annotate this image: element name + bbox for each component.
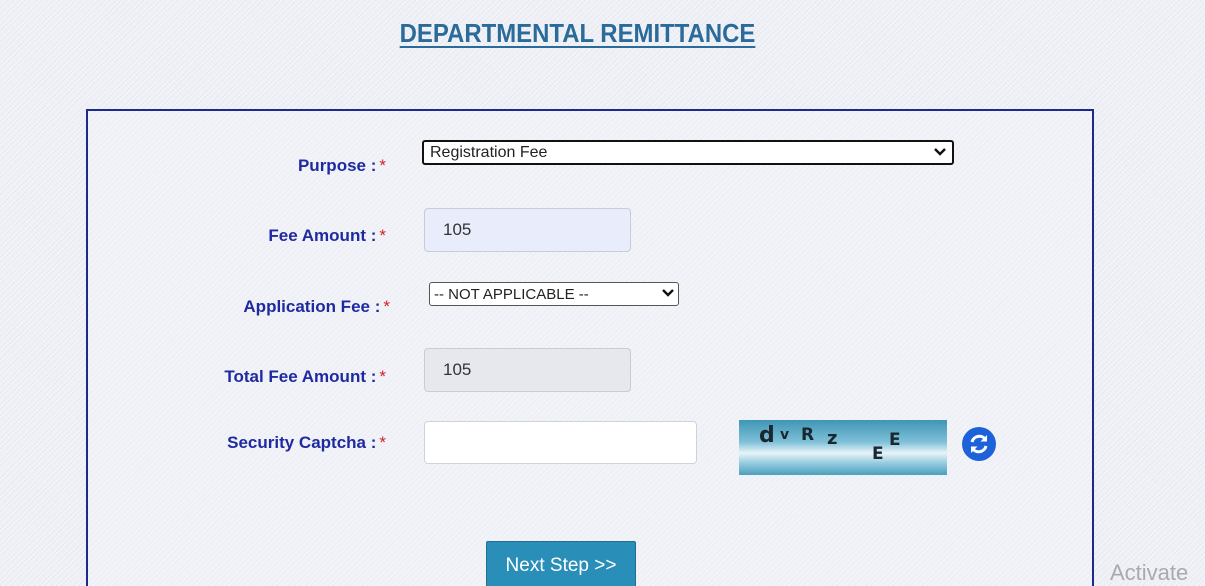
- security-captcha-label: Security Captcha : *: [227, 433, 386, 452]
- total-fee-amount-field: 105: [424, 348, 631, 392]
- chevron-down-icon: [934, 146, 946, 160]
- purpose-label: Purpose : *: [297, 156, 386, 175]
- chevron-down-icon: [662, 287, 674, 301]
- captcha-image: d v R z E E: [739, 420, 947, 475]
- purpose-selected-value: Registration Fee: [430, 143, 548, 161]
- captcha-char: E: [872, 444, 884, 464]
- captcha-char: d: [759, 423, 775, 448]
- fee-amount-field[interactable]: 105: [424, 208, 631, 252]
- captcha-char: z: [827, 428, 838, 449]
- total-fee-amount-label: Total Fee Amount : *: [224, 367, 386, 386]
- captcha-input[interactable]: [424, 421, 697, 464]
- application-fee-selected-value: -- NOT APPLICABLE --: [434, 285, 589, 303]
- application-fee-select[interactable]: -- NOT APPLICABLE --: [429, 282, 679, 306]
- purpose-select[interactable]: Registration Fee: [422, 140, 954, 165]
- fee-amount-label: Fee Amount : *: [268, 226, 386, 245]
- activate-windows-watermark: Activate: [1110, 560, 1189, 585]
- next-step-button[interactable]: Next Step >>: [486, 541, 636, 586]
- refresh-icon[interactable]: [962, 427, 996, 461]
- captcha-char: E: [889, 430, 901, 450]
- application-fee-label: Application Fee : *: [243, 297, 390, 316]
- captcha-char: v: [780, 427, 790, 443]
- page-title: DEPARTMENTAL REMITTANCE: [399, 18, 756, 48]
- captcha-char: R: [801, 425, 815, 445]
